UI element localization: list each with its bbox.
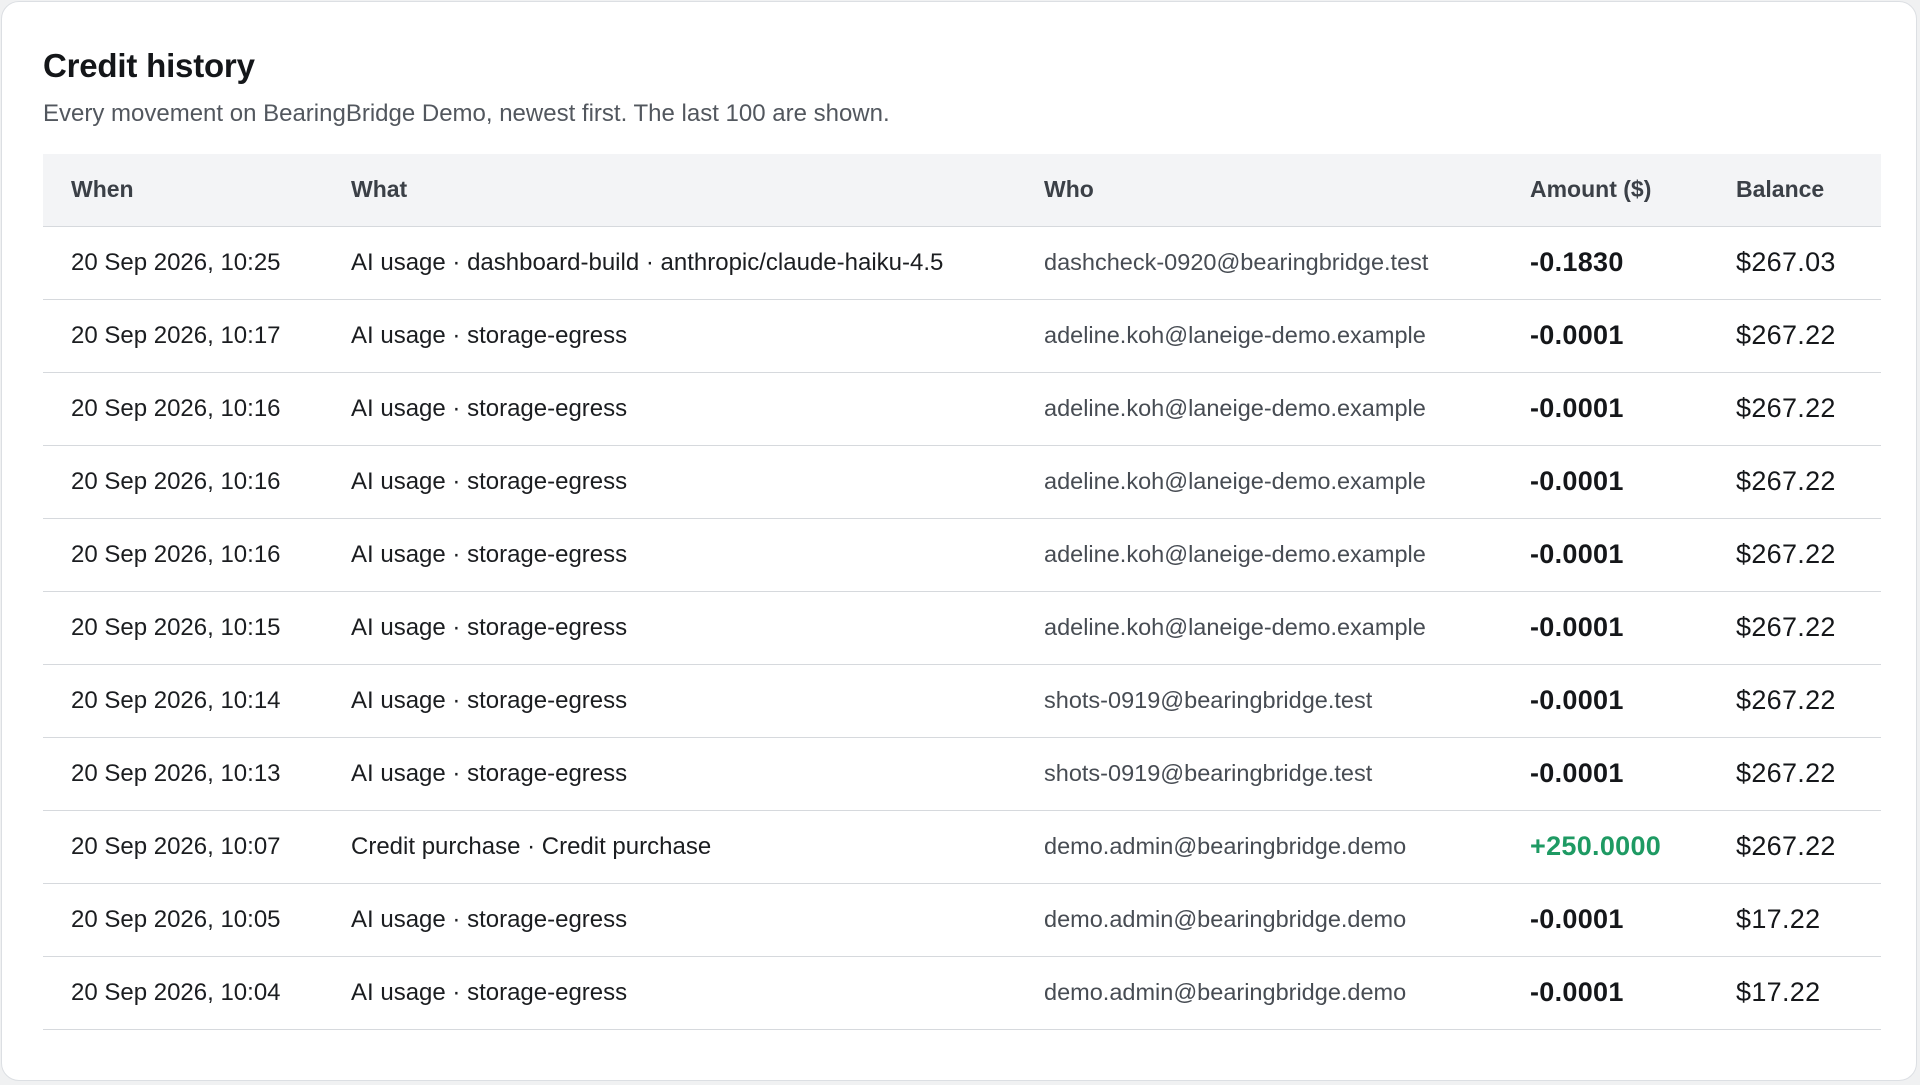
cell-when: 20 Sep 2026, 10:25	[43, 226, 323, 300]
cell-what: AI usage · storage-egress	[323, 445, 1016, 519]
table-row: 20 Sep 2026, 10:25 AI usage · dashboard-b…	[43, 226, 1881, 300]
cell-balance: $17.22	[1708, 883, 1881, 957]
cell-when: 20 Sep 2026, 10:16	[43, 518, 323, 592]
cell-what: AI usage · storage-egress	[323, 591, 1016, 665]
cell-who: shots-0919@bearingbridge.test	[1016, 737, 1502, 811]
column-header-amount: Amount ($)	[1502, 154, 1708, 227]
column-header-who: Who	[1016, 154, 1502, 227]
cell-amount: -0.0001	[1502, 737, 1708, 811]
cell-who: adeline.koh@laneige-demo.example	[1016, 518, 1502, 592]
cell-who: adeline.koh@laneige-demo.example	[1016, 445, 1502, 519]
cell-when: 20 Sep 2026, 10:16	[43, 445, 323, 519]
cell-amount: -0.0001	[1502, 445, 1708, 519]
cell-what: AI usage · storage-egress	[323, 737, 1016, 811]
table-row: 20 Sep 2026, 10:14 AI usage · storage-egr…	[43, 664, 1881, 738]
cell-when: 20 Sep 2026, 10:14	[43, 664, 323, 738]
cell-what: AI usage · storage-egress	[323, 372, 1016, 446]
cell-amount: -0.0001	[1502, 664, 1708, 738]
table-header-row: When What Who Amount ($) Balance	[43, 154, 1881, 227]
cell-what: AI usage · storage-egress	[323, 518, 1016, 592]
panel-subtitle: Every movement on BearingBridge Demo, ne…	[43, 100, 890, 127]
cell-amount: -0.0001	[1502, 372, 1708, 446]
cell-who: demo.admin@bearingbridge.demo	[1016, 883, 1502, 957]
cell-when: 20 Sep 2026, 10:16	[43, 372, 323, 446]
cell-who: dashcheck-0920@bearingbridge.test	[1016, 226, 1502, 300]
cell-balance: $267.22	[1708, 372, 1881, 446]
cell-who: demo.admin@bearingbridge.demo	[1016, 956, 1502, 1030]
cell-amount: +250.0000	[1502, 810, 1708, 884]
cell-amount: -0.0001	[1502, 299, 1708, 373]
cell-when: 20 Sep 2026, 10:07	[43, 810, 323, 884]
column-header-balance: Balance	[1708, 154, 1881, 227]
table-header: When What Who Amount ($) Balance	[43, 154, 1881, 227]
cell-balance: $267.22	[1708, 518, 1881, 592]
cell-what: AI usage · storage-egress	[323, 956, 1016, 1030]
credit-history-panel: Credit history Every movement on Bearing…	[1, 1, 1917, 1081]
cell-what: Credit purchase · Credit purchase	[323, 810, 1016, 884]
cell-who: adeline.koh@laneige-demo.example	[1016, 591, 1502, 665]
credit-history-table: When What Who Amount ($) Balance 20 Sep …	[43, 154, 1881, 1030]
cell-amount: -0.0001	[1502, 883, 1708, 957]
cell-balance: $267.22	[1708, 591, 1881, 665]
cell-balance: $267.22	[1708, 664, 1881, 738]
cell-balance: $267.22	[1708, 445, 1881, 519]
table-row: 20 Sep 2026, 10:16 AI usage · storage-egr…	[43, 372, 1881, 446]
column-header-what: What	[323, 154, 1016, 227]
table-row: 20 Sep 2026, 10:07 Credit purchase · Cred…	[43, 810, 1881, 884]
cell-who: adeline.koh@laneige-demo.example	[1016, 372, 1502, 446]
table-row: 20 Sep 2026, 10:15 AI usage · storage-egr…	[43, 591, 1881, 665]
table-row: 20 Sep 2026, 10:05 AI usage · storage-egr…	[43, 883, 1881, 957]
cell-who: shots-0919@bearingbridge.test	[1016, 664, 1502, 738]
column-header-when: When	[43, 154, 323, 227]
cell-amount: -0.0001	[1502, 956, 1708, 1030]
cell-balance: $267.03	[1708, 226, 1881, 300]
cell-balance: $267.22	[1708, 810, 1881, 884]
cell-when: 20 Sep 2026, 10:13	[43, 737, 323, 811]
panel-title: Credit history	[43, 47, 255, 84]
cell-what: AI usage · storage-egress	[323, 883, 1016, 957]
table-row: 20 Sep 2026, 10:16 AI usage · storage-egr…	[43, 445, 1881, 519]
cell-balance: $267.22	[1708, 299, 1881, 373]
cell-amount: -0.1830	[1502, 226, 1708, 300]
table-row: 20 Sep 2026, 10:17 AI usage · storage-egr…	[43, 299, 1881, 373]
cell-amount: -0.0001	[1502, 591, 1708, 665]
table-row: 20 Sep 2026, 10:13 AI usage · storage-egr…	[43, 737, 1881, 811]
cell-when: 20 Sep 2026, 10:15	[43, 591, 323, 665]
cell-what: AI usage · storage-egress	[323, 664, 1016, 738]
table-row: 20 Sep 2026, 10:04 AI usage · storage-egr…	[43, 956, 1881, 1030]
cell-balance: $267.22	[1708, 737, 1881, 811]
cell-amount: -0.0001	[1502, 518, 1708, 592]
table-row: 20 Sep 2026, 10:16 AI usage · storage-egr…	[43, 518, 1881, 592]
cell-what: AI usage · storage-egress	[323, 299, 1016, 373]
cell-when: 20 Sep 2026, 10:04	[43, 956, 323, 1030]
cell-when: 20 Sep 2026, 10:05	[43, 883, 323, 957]
cell-what: AI usage · dashboard-build · anthropic/c…	[323, 226, 1016, 300]
cell-who: demo.admin@bearingbridge.demo	[1016, 810, 1502, 884]
cell-balance: $17.22	[1708, 956, 1881, 1030]
table-body: 20 Sep 2026, 10:25 AI usage · dashboard-b…	[43, 226, 1881, 1030]
cell-when: 20 Sep 2026, 10:17	[43, 299, 323, 373]
cell-who: adeline.koh@laneige-demo.example	[1016, 299, 1502, 373]
